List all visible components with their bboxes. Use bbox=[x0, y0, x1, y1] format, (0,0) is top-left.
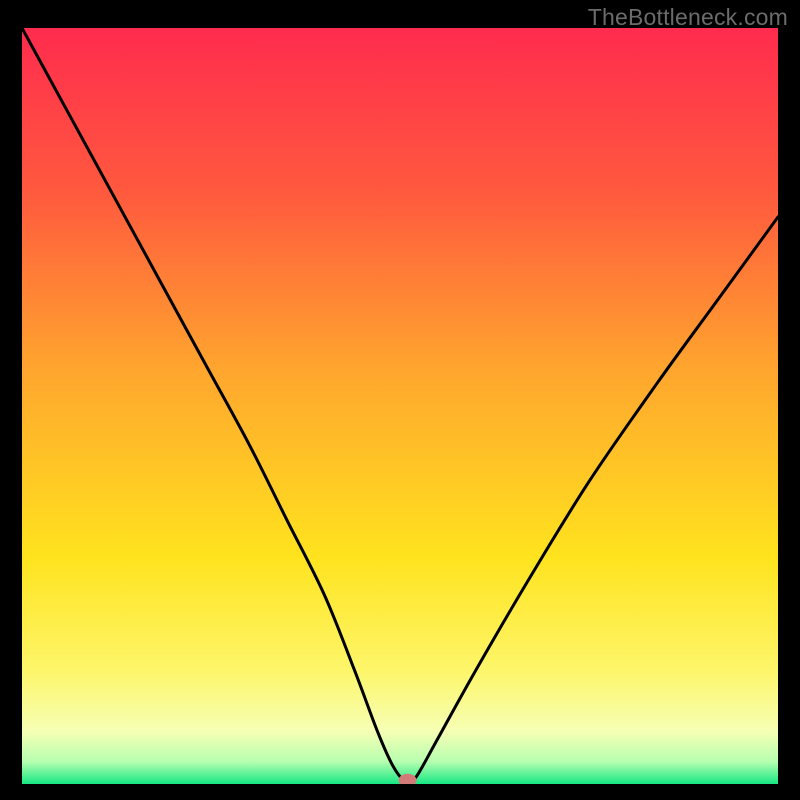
gradient-background bbox=[22, 28, 778, 784]
chart-frame: TheBottleneck.com bbox=[0, 0, 800, 800]
watermark-text: TheBottleneck.com bbox=[588, 4, 788, 31]
bottleneck-chart bbox=[22, 28, 778, 784]
